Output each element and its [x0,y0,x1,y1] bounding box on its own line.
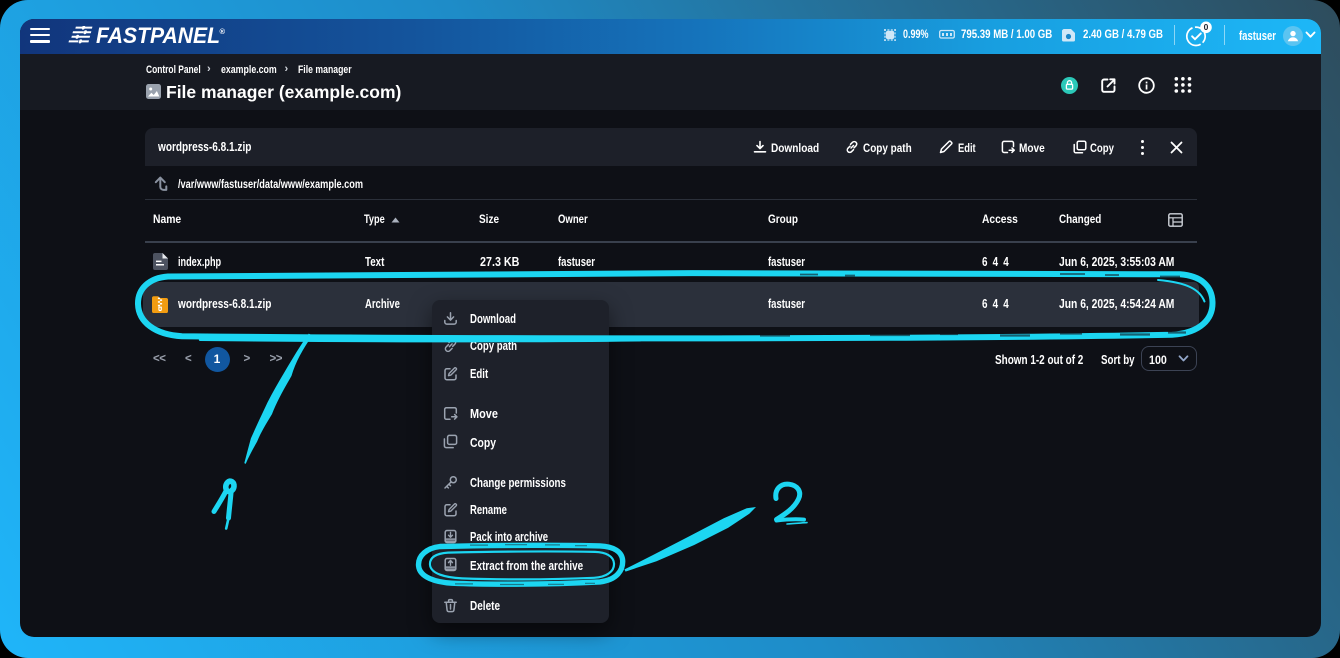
svg-text:0: 0 [1204,22,1209,32]
